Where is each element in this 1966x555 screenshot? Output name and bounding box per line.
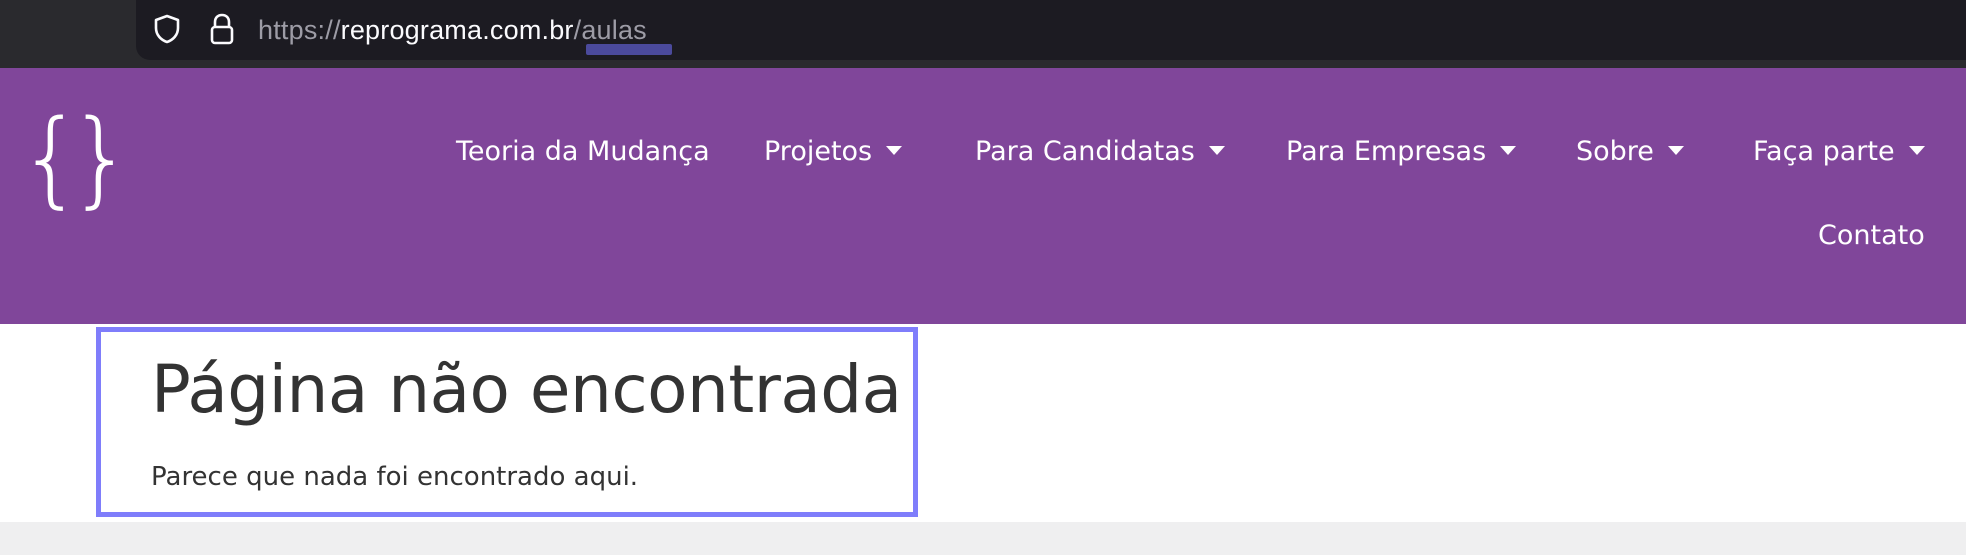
site-logo[interactable]: { } — [18, 102, 134, 214]
caret-down-icon — [886, 146, 903, 155]
nav-label: Sobre — [1576, 136, 1654, 167]
url-protocol: https:// — [258, 15, 341, 45]
shield-icon[interactable] — [151, 13, 183, 45]
url-path: /aulas — [573, 15, 647, 45]
nav-label: Faça parte — [1753, 136, 1895, 167]
url-domain: reprograma.com.br — [340, 15, 574, 45]
logo-brace-right: } — [68, 97, 135, 219]
site-header: { } Teoria da Mudança Projetos Para Cand… — [0, 68, 1966, 324]
nav-para-empresas[interactable]: Para Empresas — [1286, 134, 1517, 170]
nav-sobre[interactable]: Sobre — [1576, 134, 1684, 170]
not-found-section: Página não encontrada Parece que nada fo… — [96, 327, 918, 517]
lock-icon[interactable] — [207, 12, 237, 46]
nav-teoria-da-mudanca[interactable]: Teoria da Mudança — [456, 134, 710, 170]
caret-down-icon — [1208, 146, 1225, 155]
nav-label: Contato — [1818, 220, 1925, 251]
url-path-underline — [586, 44, 672, 55]
page-title: Página não encontrada — [151, 351, 902, 428]
nav-label: Projetos — [764, 136, 873, 167]
url-text[interactable]: https://reprograma.com.br/aulas — [258, 12, 647, 48]
browser-toolbar: https://reprograma.com.br/aulas — [0, 0, 1966, 68]
nav-label: Teoria da Mudança — [456, 136, 710, 167]
caret-down-icon — [1667, 146, 1684, 155]
nav-label: Para Candidatas — [975, 136, 1195, 167]
caret-down-icon — [1500, 146, 1517, 155]
caret-down-icon — [1908, 146, 1925, 155]
nav-label: Para Empresas — [1286, 136, 1487, 167]
nav-para-candidatas[interactable]: Para Candidatas — [975, 134, 1225, 170]
footer-band — [0, 522, 1966, 555]
nav-faca-parte[interactable]: Faça parte — [1753, 134, 1925, 170]
nav-projetos[interactable]: Projetos — [764, 134, 903, 170]
not-found-message: Parece que nada foi encontrado aqui. — [151, 462, 639, 492]
nav-contato[interactable]: Contato — [1818, 218, 1925, 254]
